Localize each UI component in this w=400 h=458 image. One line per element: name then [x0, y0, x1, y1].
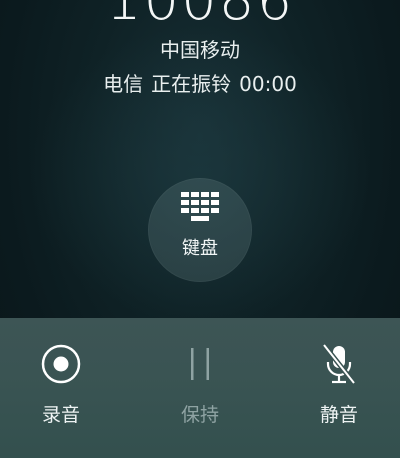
hold-label: 保持	[180, 404, 219, 426]
mic-off-icon	[322, 343, 356, 385]
record-icon	[41, 344, 81, 384]
call-info-area: 10086 中国移动 电信 正在振铃 00:00 键盘	[0, 0, 400, 318]
pause-icon	[191, 348, 209, 380]
mute-button[interactable]: 静音	[289, 342, 389, 442]
record-label: 录音	[41, 404, 80, 426]
mute-label: 静音	[319, 404, 358, 426]
record-button[interactable]: 录音	[11, 342, 111, 442]
carrier-name: 中国移动	[160, 38, 240, 62]
dialpad-icon	[181, 192, 219, 221]
hold-button[interactable]: 保持	[150, 342, 250, 442]
keypad-button[interactable]: 键盘	[148, 178, 252, 282]
call-status-line: 电信 正在振铃 00:00	[0, 68, 400, 97]
call-actions-panel: 录音 保持 静音	[0, 318, 400, 458]
keypad-label: 键盘	[182, 238, 218, 259]
line-label: 电信	[103, 72, 144, 96]
phone-number: 10086	[105, 0, 295, 33]
call-status: 正在振铃	[151, 72, 232, 96]
call-timer: 00:00	[239, 72, 297, 96]
